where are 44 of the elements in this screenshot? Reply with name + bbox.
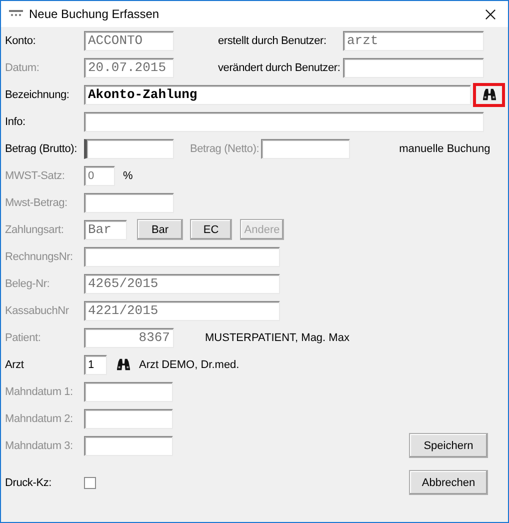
field-label: Patient:	[5, 332, 42, 344]
input-field[interactable]	[84, 246, 280, 266]
doctor-name: Arzt DEMO, Dr.med.	[139, 358, 240, 370]
field-label: Betrag (Brutto):	[5, 142, 78, 154]
field-label: Mwst-Betrag:	[5, 196, 68, 208]
field-label: Konto:	[5, 34, 37, 46]
input-field[interactable]	[84, 436, 173, 456]
mode-label: manuelle Buchung	[399, 142, 490, 154]
field-label: Arzt	[5, 358, 25, 370]
binoculars-icon[interactable]	[116, 358, 131, 371]
field-label: Mahndatum 3:	[5, 440, 74, 452]
field-label: erstellt durch Benutzer:	[218, 34, 328, 46]
close-icon[interactable]	[485, 8, 496, 20]
input-field[interactable]	[84, 382, 173, 402]
field-label: Zahlungsart:	[5, 224, 65, 236]
field-label: MWST-Satz:	[5, 170, 66, 182]
patient-name: MUSTERPATIENT, Mag. Max	[205, 332, 350, 344]
input-field[interactable]: 1	[84, 354, 107, 374]
field-label: Bezeichnung:	[5, 88, 70, 100]
unit-label: %	[123, 170, 133, 182]
input-field[interactable]	[84, 112, 484, 132]
field-label: Beleg-Nr:	[5, 278, 51, 290]
field-label: Mahndatum 1:	[5, 386, 74, 398]
field-label: Druck-Kz:	[5, 476, 52, 488]
cancel-button[interactable]: Abbrechen	[409, 470, 488, 495]
field-label: Mahndatum 2:	[5, 412, 74, 424]
input-field[interactable]	[84, 138, 174, 158]
window-title: Neue Buchung Erfassen	[29, 7, 160, 21]
field-label: Info:	[5, 116, 26, 128]
input-field[interactable]	[261, 138, 350, 158]
app-icon	[9, 9, 23, 19]
input-field[interactable]	[84, 408, 173, 428]
field-label: verändert durch Benutzer:	[218, 62, 339, 74]
field-label: Datum:	[5, 62, 40, 74]
save-button[interactable]: Speichern	[409, 433, 488, 458]
input-field[interactable]: Akonto-Zahlung	[84, 84, 471, 104]
binoculars-icon	[482, 88, 496, 101]
input-field[interactable]	[84, 192, 174, 212]
field-label: KassabuchNr	[5, 304, 70, 316]
search-button[interactable]	[473, 82, 505, 106]
checkbox[interactable]	[84, 476, 96, 488]
field-label: Betrag (Netto):	[190, 142, 260, 154]
input-field[interactable]	[343, 58, 484, 78]
field-label: RechnungsNr:	[5, 250, 74, 262]
